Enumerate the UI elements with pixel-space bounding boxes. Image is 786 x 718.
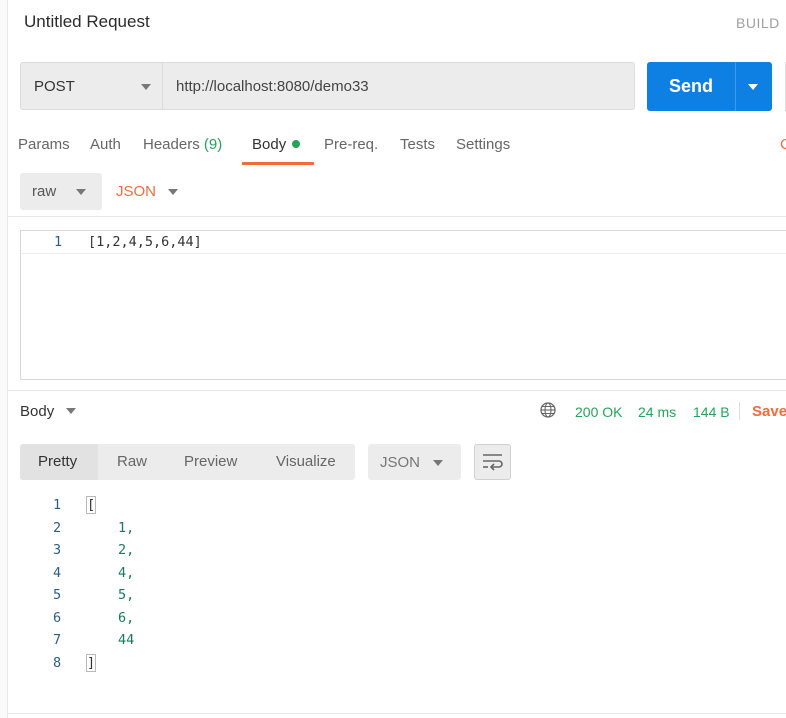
divider xyxy=(7,216,786,217)
tab-body-label: Body xyxy=(252,136,287,153)
code-line: 6, xyxy=(118,609,135,626)
tab-params[interactable]: Params xyxy=(18,136,70,153)
url-text: http://localhost:8080/demo33 xyxy=(176,78,369,95)
tab-body[interactable]: Body xyxy=(252,136,301,153)
line-number: 3 xyxy=(53,542,62,558)
line-number: 1 xyxy=(54,234,63,250)
response-language-label: JSON xyxy=(380,454,421,471)
wrap-icon xyxy=(483,454,503,471)
tab-headers[interactable]: Headers (9) xyxy=(143,136,222,153)
body-language-select[interactable]: JSON xyxy=(108,173,193,210)
globe-icon[interactable] xyxy=(540,402,556,418)
chevron-down-icon xyxy=(433,460,443,466)
send-options-button[interactable] xyxy=(735,62,772,111)
left-sidebar-edge xyxy=(0,0,8,718)
code-line: [ xyxy=(85,496,97,514)
request-body-code: [1,2,4,5,6,44] xyxy=(88,234,202,250)
response-body-toggle[interactable]: Body xyxy=(20,403,77,420)
tab-auth[interactable]: Auth xyxy=(90,136,121,153)
active-tab-indicator xyxy=(242,162,314,165)
method-label: POST xyxy=(34,78,75,95)
headers-count: (9) xyxy=(203,136,223,153)
divider xyxy=(7,390,786,391)
build-label[interactable]: BUILD xyxy=(736,15,780,31)
send-button[interactable]: Send xyxy=(647,62,735,111)
response-size[interactable]: 144 B xyxy=(693,404,730,420)
chevron-down-icon xyxy=(66,408,77,414)
body-mode-select[interactable]: raw xyxy=(20,173,102,210)
code-line: ] xyxy=(85,653,97,672)
line-number: 2 xyxy=(53,519,62,536)
tab-tests[interactable]: Tests xyxy=(400,136,435,153)
format-raw[interactable]: Raw xyxy=(117,453,147,470)
body-language-label: JSON xyxy=(116,183,157,200)
save-response-button[interactable]: Save xyxy=(752,403,786,420)
response-time[interactable]: 24 ms xyxy=(638,404,676,420)
line-number: 1 xyxy=(53,497,62,513)
response-format-tabs: Pretty Raw Preview Visualize xyxy=(20,444,355,480)
line-number: 6 xyxy=(53,609,62,626)
code-line: 5, xyxy=(118,587,135,603)
response-language-select[interactable]: JSON xyxy=(368,444,461,480)
format-visualize[interactable]: Visualize xyxy=(276,453,336,470)
line-number: 7 xyxy=(53,632,62,648)
request-title[interactable]: Untitled Request xyxy=(24,12,150,32)
format-preview[interactable]: Preview xyxy=(184,453,237,470)
request-body-editor[interactable]: 1 [1,2,4,5,6,44] xyxy=(20,230,786,380)
chevron-down-icon xyxy=(76,189,86,195)
code-line: 4, xyxy=(118,564,135,581)
response-title: Body xyxy=(20,403,55,420)
tab-settings[interactable]: Settings xyxy=(456,136,510,153)
method-select[interactable]: POST xyxy=(20,62,163,110)
send-label: Send xyxy=(668,76,713,96)
tab-prereq[interactable]: Pre-req. xyxy=(324,136,378,153)
tab-headers-label: Headers xyxy=(143,136,200,153)
chevron-down-icon xyxy=(168,189,178,195)
divider xyxy=(7,713,786,714)
url-input[interactable]: http://localhost:8080/demo33 xyxy=(163,62,635,110)
line-number: 5 xyxy=(53,587,62,603)
status-code[interactable]: 200 OK xyxy=(575,404,622,420)
chevron-down-icon xyxy=(748,84,758,90)
format-pretty[interactable]: Pretty xyxy=(38,453,77,470)
code-line: 44 xyxy=(118,632,135,648)
line-number: 4 xyxy=(53,564,62,581)
line-number: 8 xyxy=(53,654,62,671)
divider xyxy=(739,402,740,420)
code-line: 2, xyxy=(118,542,135,558)
wrap-lines-button[interactable] xyxy=(474,444,511,480)
modified-dot-icon xyxy=(292,140,301,149)
response-body-viewer[interactable]: 1 [ 2 1, 3 2, 4 4, 5 5, 6 6, 7 44 8 ] xyxy=(20,494,720,684)
body-mode-label: raw xyxy=(32,183,57,200)
chevron-down-icon xyxy=(141,84,151,90)
tab-cookies[interactable]: C xyxy=(780,136,786,153)
code-line: 1, xyxy=(118,519,135,536)
